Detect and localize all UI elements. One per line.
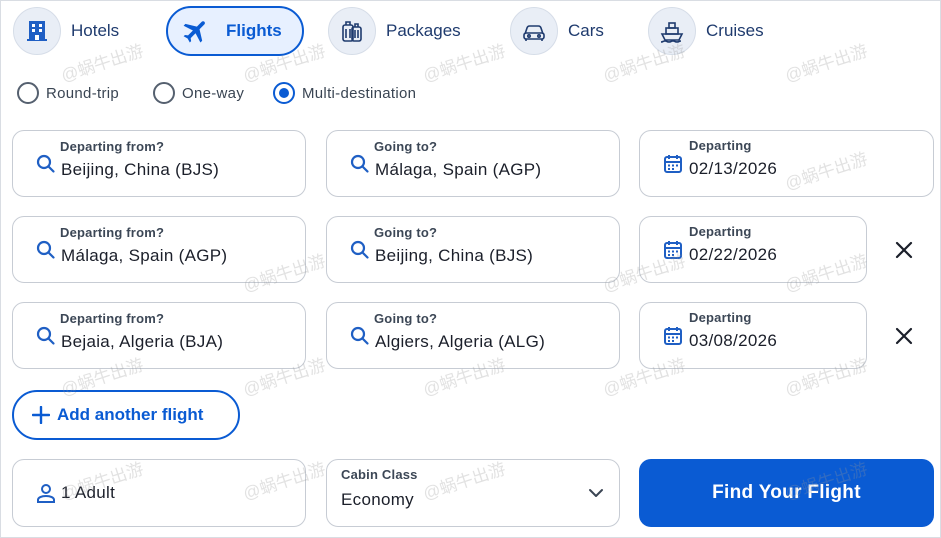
travellers-value: 1 Adult <box>61 483 116 502</box>
radio-circle[interactable] <box>17 82 39 104</box>
radio-circle[interactable] <box>273 82 295 104</box>
tab-label: Packages <box>386 21 461 40</box>
tab-flights[interactable]: Flights <box>166 6 304 56</box>
calendar-icon <box>660 151 686 177</box>
tab-packages[interactable]: Packages <box>328 6 461 56</box>
plus-icon <box>30 404 52 426</box>
watermark: @蜗牛出游 <box>782 41 870 86</box>
field-value: 02/22/2026 <box>689 245 778 264</box>
field-label: Departing from? <box>60 139 165 154</box>
field-value: Málaga, Spain (AGP) <box>375 160 542 179</box>
search-icon <box>33 323 59 349</box>
person-icon <box>33 480 59 506</box>
cabin-class-select[interactable]: Cabin Class Economy <box>326 459 620 527</box>
field-label: Departing <box>689 138 752 153</box>
remove-flight-button-2[interactable] <box>889 235 919 265</box>
search-icon <box>347 323 373 349</box>
radio-one-way[interactable]: One-way <box>153 82 244 104</box>
radio-label: One-way <box>182 84 245 102</box>
field-value: Algiers, Algeria (ALG) <box>375 332 546 351</box>
departing-from-field-1[interactable]: Departing from? Beijing, China (BJS) <box>12 130 306 197</box>
field-value: Bejaia, Algeria (BJA) <box>61 332 224 351</box>
travellers-field[interactable]: 1 Adult <box>12 459 306 527</box>
field-label: Departing <box>689 224 752 239</box>
tab-hotels[interactable]: Hotels <box>13 6 119 56</box>
car-icon <box>510 7 558 55</box>
add-flight-label: Add another flight <box>57 405 204 424</box>
field-value: Beijing, China (BJS) <box>375 246 534 265</box>
field-label: Departing from? <box>60 311 165 326</box>
field-value: 03/08/2026 <box>689 331 778 350</box>
tab-label: Hotels <box>71 21 120 40</box>
departing-date-field-1[interactable]: Departing 02/13/2026 <box>639 130 934 197</box>
cruise-ship-icon <box>648 7 696 55</box>
tab-label: Cars <box>568 21 604 40</box>
departing-date-field-3[interactable]: Departing 03/08/2026 <box>639 302 867 369</box>
field-value: Beijing, China (BJS) <box>61 160 220 179</box>
chevron-down-icon <box>587 484 605 502</box>
field-label: Going to? <box>374 139 438 154</box>
radio-round-trip[interactable]: Round-trip <box>17 82 119 104</box>
search-icon <box>347 237 373 263</box>
radio-label: Multi-destination <box>302 84 417 102</box>
departing-from-field-3[interactable]: Departing from? Bejaia, Algeria (BJA) <box>12 302 306 369</box>
field-label: Cabin Class <box>341 467 418 482</box>
airplane-icon <box>176 7 216 55</box>
luggage-icon <box>328 7 376 55</box>
tab-label: Cruises <box>706 21 764 40</box>
radio-label: Round-trip <box>46 84 120 102</box>
calendar-icon <box>660 237 686 263</box>
remove-flight-button-3[interactable] <box>889 321 919 351</box>
field-value: Economy <box>341 490 414 509</box>
field-value: Málaga, Spain (AGP) <box>61 246 228 265</box>
radio-multi-destination[interactable]: Multi-destination <box>273 82 416 104</box>
hotel-icon <box>13 7 61 55</box>
departing-from-field-2[interactable]: Departing from? Málaga, Spain (AGP) <box>12 216 306 283</box>
field-label: Departing <box>689 310 752 325</box>
going-to-field-3[interactable]: Going to? Algiers, Algeria (ALG) <box>326 302 620 369</box>
field-label: Going to? <box>374 225 438 240</box>
calendar-icon <box>660 323 686 349</box>
going-to-field-1[interactable]: Going to? Málaga, Spain (AGP) <box>326 130 620 197</box>
tab-cruises[interactable]: Cruises <box>648 6 764 56</box>
add-another-flight-button[interactable]: Add another flight <box>12 390 240 440</box>
radio-circle[interactable] <box>153 82 175 104</box>
tab-label: Flights <box>226 21 282 40</box>
tab-cars[interactable]: Cars <box>510 6 604 56</box>
close-icon <box>895 327 913 345</box>
field-label: Going to? <box>374 311 438 326</box>
field-label: Departing from? <box>60 225 165 240</box>
going-to-field-2[interactable]: Going to? Beijing, China (BJS) <box>326 216 620 283</box>
find-your-flight-button[interactable]: Find Your Flight <box>639 459 934 527</box>
close-icon <box>895 241 913 259</box>
search-icon <box>33 237 59 263</box>
search-icon <box>347 151 373 177</box>
flight-search-widget: Hotels Flights Packages Cars Cruises Rou… <box>0 0 941 538</box>
field-value: 02/13/2026 <box>689 159 778 178</box>
search-icon <box>33 151 59 177</box>
departing-date-field-2[interactable]: Departing 02/22/2026 <box>639 216 867 283</box>
